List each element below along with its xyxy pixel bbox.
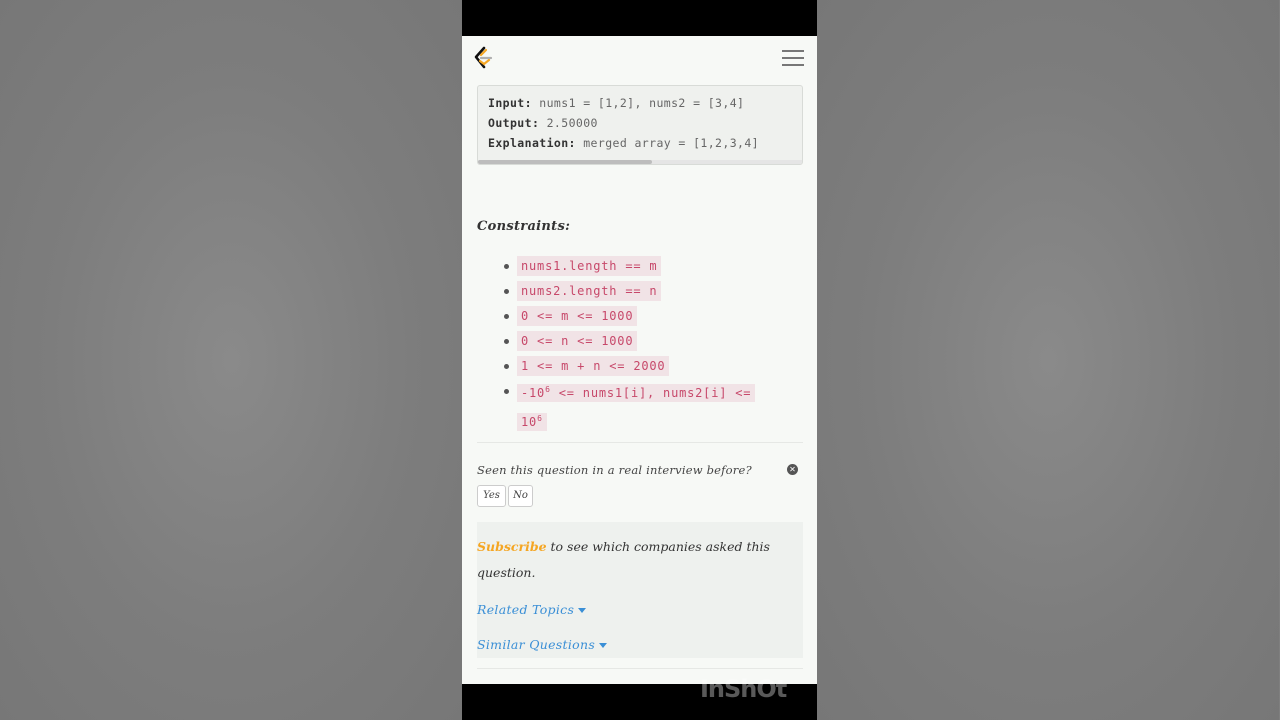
list-item: nums1.length == m [500,256,800,281]
constraint-code: -106 <= nums1[i], nums2[i] <= 106 [517,377,772,435]
blurred-background-left [0,0,462,720]
constraint-code: nums1.length == m [517,256,662,276]
example-explanation-line: Explanation: merged array = [1,2,3,4] [488,136,759,150]
output-label: Output: [488,116,540,130]
horizontal-scrollbar[interactable] [478,160,802,164]
divider [477,442,803,443]
related-topics-label: Related Topics [477,602,575,617]
constraint-code: 0 <= m <= 1000 [517,306,638,326]
explanation-value: merged array = [1,2,3,4] [583,136,759,150]
example-input-line: Input: nums1 = [1,2], nums2 = [3,4] [488,96,744,110]
close-icon[interactable]: ✕ [787,464,798,475]
bullet-icon [504,314,509,319]
scrollbar-thumb[interactable] [478,160,652,164]
bullet-icon [504,289,509,294]
constraints-list: nums1.length == m nums2.length == n 0 <=… [500,256,800,431]
output-value: 2.50000 [546,116,598,130]
inshot-watermark: InShOt [700,675,787,703]
constraint-code: 1 <= m + n <= 2000 [517,356,670,376]
top-navbar [462,36,817,80]
bullet-icon [504,339,509,344]
constraint-upper-exponent: 6 [537,414,543,423]
blurred-background-right [817,0,1279,720]
list-item: -106 <= nums1[i], nums2[i] <= 106 [500,381,800,431]
caret-down-icon [578,608,587,613]
list-item: 0 <= m <= 1000 [500,306,800,331]
leetcode-logo-icon[interactable] [472,46,494,70]
constraint-upper-base: 10 [521,415,538,429]
yes-button[interactable]: Yes [477,485,506,507]
related-topics-toggle[interactable]: Related Topics [477,602,587,617]
similar-questions-label: Similar Questions [477,637,596,652]
bullet-icon [504,364,509,369]
page-screen: Input: nums1 = [1,2], nums2 = [3,4] Outp… [462,36,817,684]
phone-frame: Input: nums1 = [1,2], nums2 = [3,4] Outp… [462,0,817,720]
divider [477,668,803,669]
input-value: nums1 = [1,2], nums2 = [3,4] [539,96,745,110]
list-item: nums2.length == n [500,281,800,306]
subscribe-panel: Subscribe to see which companies asked t… [477,522,803,658]
subscribe-link[interactable]: Subscribe [477,539,547,554]
constraint-lower-base: -10 [521,386,546,400]
constraint-middle: <= nums1[i], nums2[i] <= [550,386,752,400]
example-code-block: Input: nums1 = [1,2], nums2 = [3,4] Outp… [477,85,803,165]
input-label: Input: [488,96,532,110]
interview-question-prompt: Seen this question in a real interview b… [477,463,752,477]
constraints-heading: Constraints: [477,219,571,234]
explanation-label: Explanation: [488,136,576,150]
list-item: 0 <= n <= 1000 [500,331,800,356]
caret-down-icon [599,643,608,648]
bullet-icon [504,389,509,394]
similar-questions-toggle[interactable]: Similar Questions [477,637,608,652]
no-button[interactable]: No [508,485,533,507]
hamburger-menu-icon[interactable] [782,50,804,68]
bullet-icon [504,264,509,269]
subscribe-message: Subscribe to see which companies asked t… [477,534,777,586]
example-output-line: Output: 2.50000 [488,116,598,130]
constraint-code: nums2.length == n [517,281,662,301]
constraint-code: 0 <= n <= 1000 [517,331,638,351]
